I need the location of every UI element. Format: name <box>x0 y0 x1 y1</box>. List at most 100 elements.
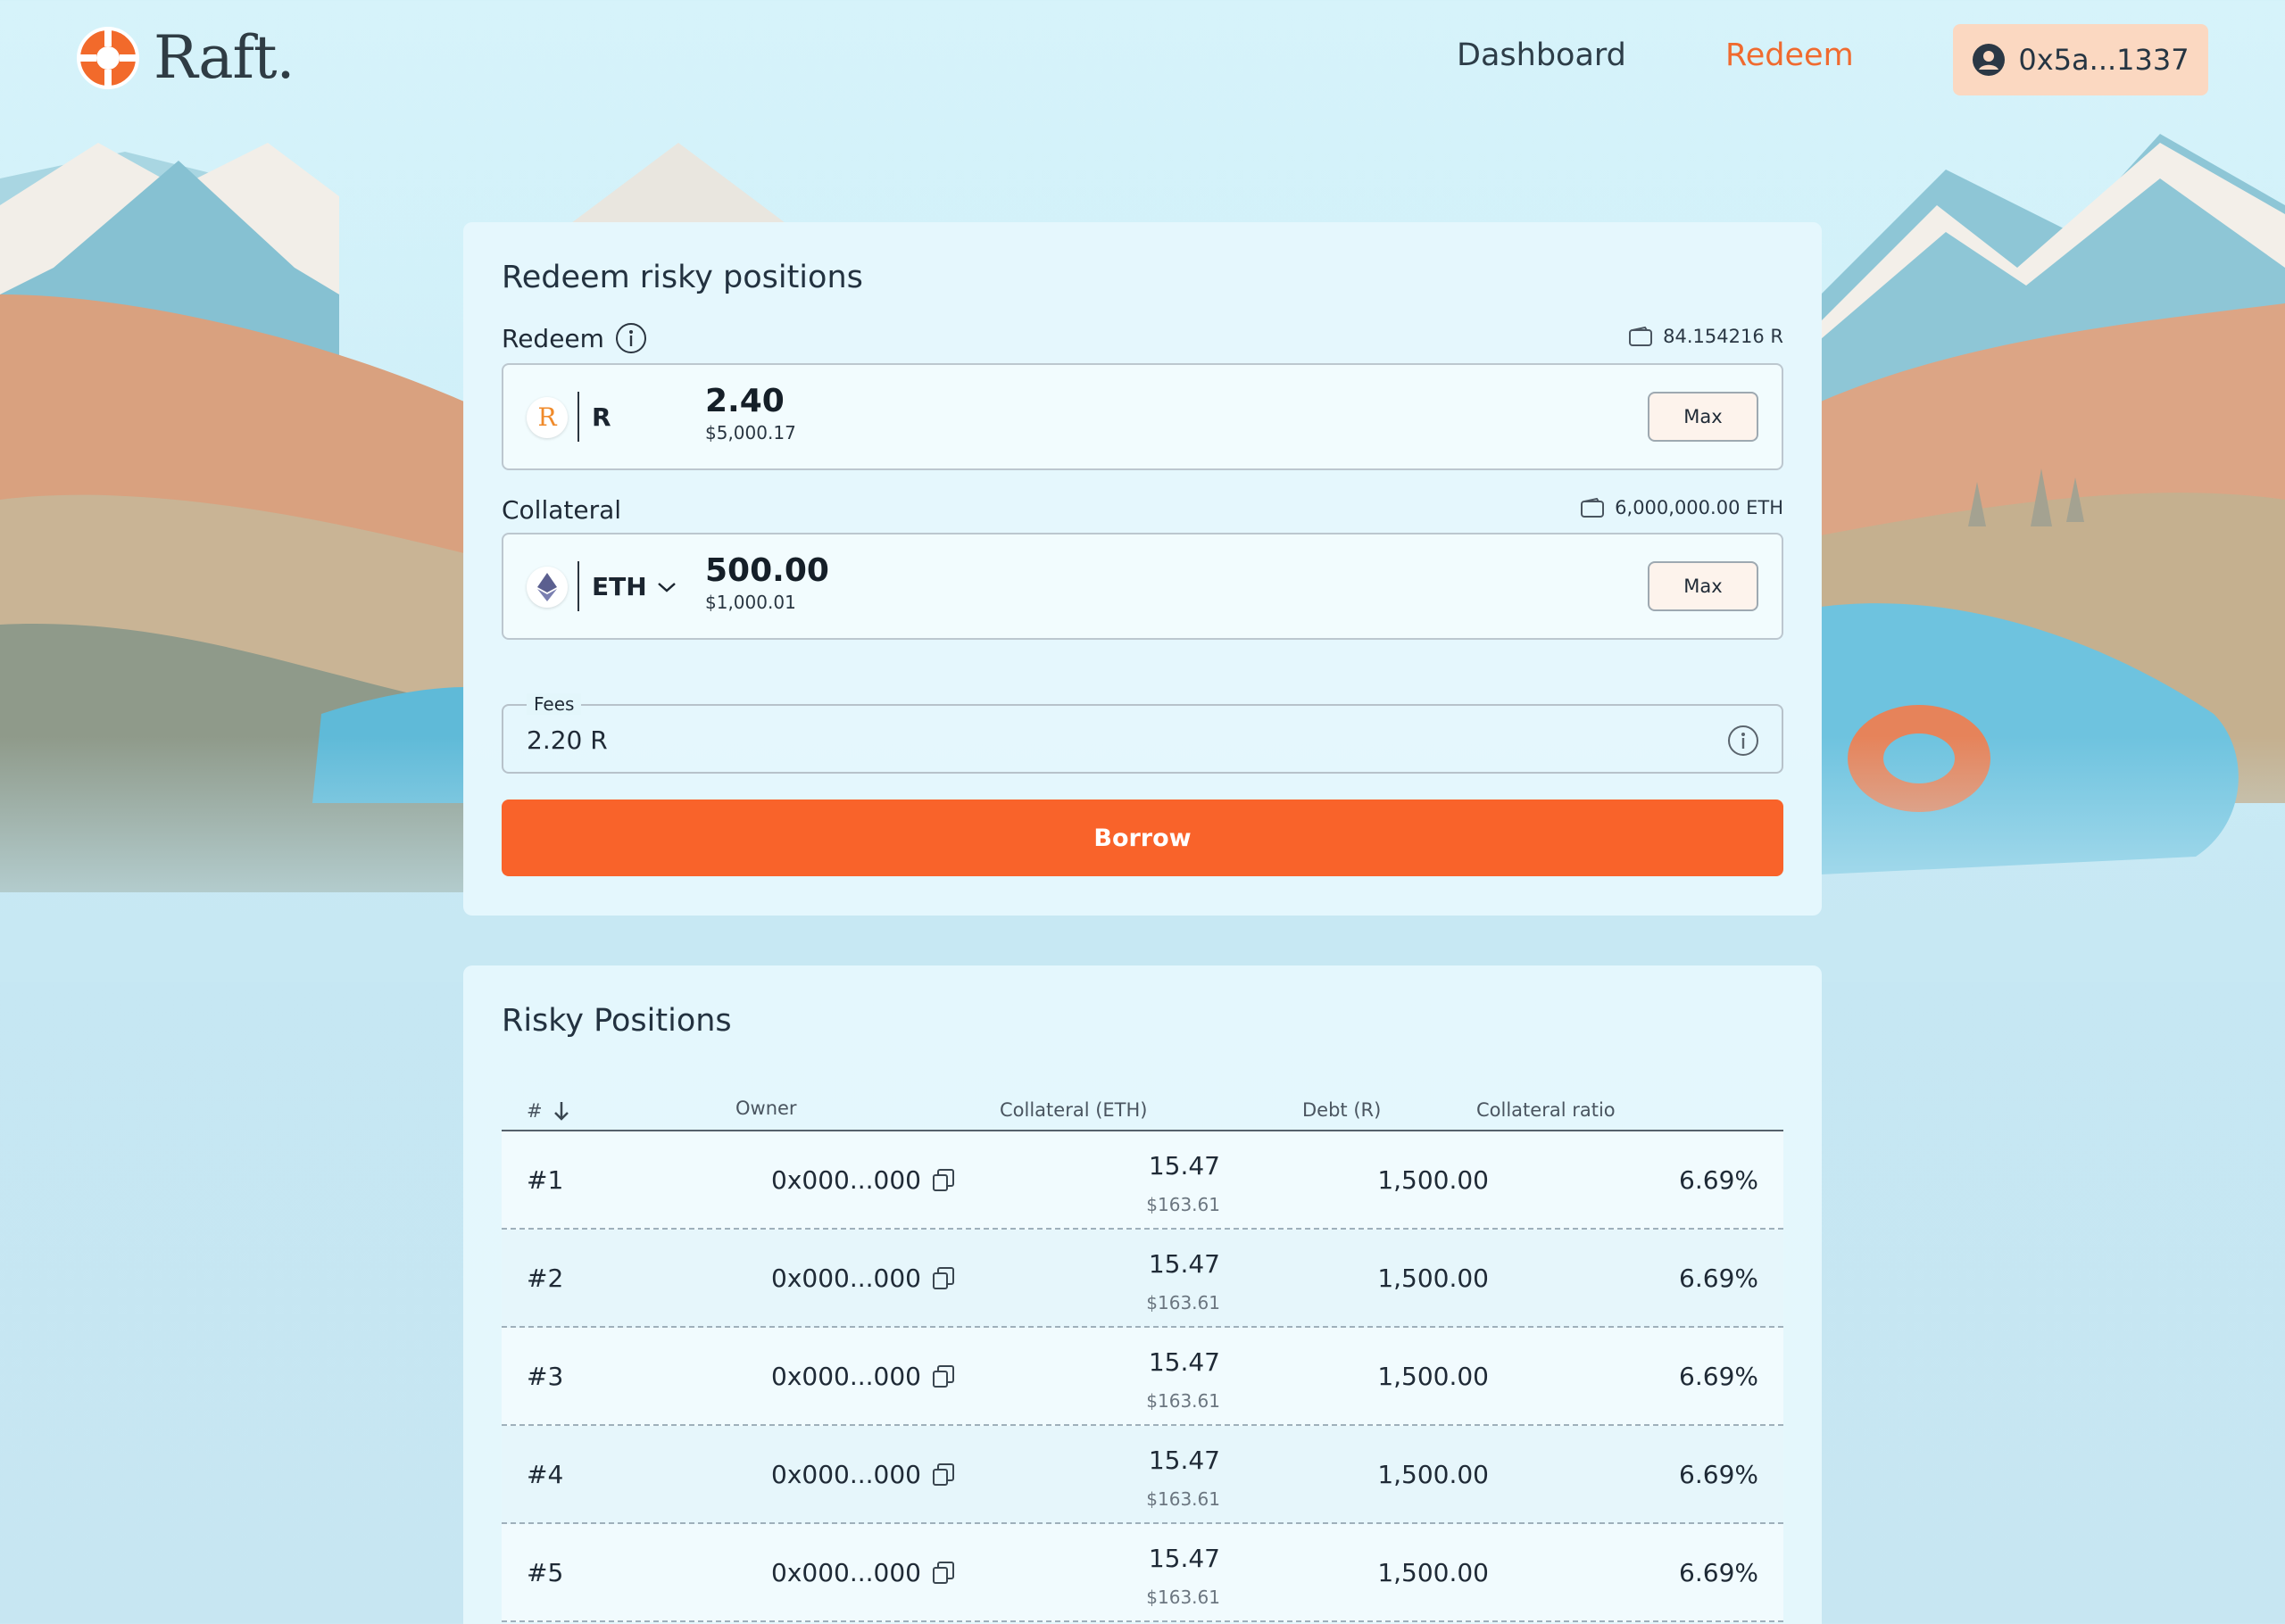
collateral-label-text: Collateral <box>502 495 622 525</box>
table-row[interactable]: #5 0x000...000 15.47 $163.61 1,500.00 6.69% <box>502 1524 1783 1622</box>
copy-icon[interactable] <box>930 1167 957 1194</box>
row-collateral-usd: $163.61 <box>1146 1292 1220 1313</box>
info-icon[interactable] <box>615 322 647 354</box>
row-index: #3 <box>527 1362 564 1391</box>
redeem-balance-value: 84.154216 R <box>1663 326 1783 347</box>
row-collateral-ratio: 6.69% <box>1679 1264 1758 1293</box>
row-collateral: 15.47 <box>1148 1544 1220 1573</box>
column-header-collateral[interactable]: Collateral (ETH) <box>1000 1099 1148 1121</box>
top-navigation: Raft. Dashboard Redeem 0x5a...1337 <box>0 0 2285 120</box>
column-header-debt[interactable]: Debt (R) <box>1302 1099 1381 1121</box>
svg-text:R: R <box>537 402 557 432</box>
fees-value: 2.20 R <box>527 725 608 755</box>
column-header-owner[interactable]: Owner <box>735 1098 797 1119</box>
owner-address: 0x000...000 <box>771 1165 921 1195</box>
raft-logo[interactable]: Raft. <box>75 23 295 92</box>
collateral-token-selector[interactable]: ETH <box>592 572 677 601</box>
wallet-icon <box>1629 327 1653 346</box>
row-collateral-ratio: 6.69% <box>1679 1362 1758 1391</box>
row-index: #5 <box>527 1558 564 1587</box>
risky-positions-card: Risky Positions # Owner Collateral (ETH)… <box>463 965 1822 1624</box>
info-icon[interactable] <box>1726 724 1760 758</box>
row-collateral-usd: $163.61 <box>1146 1587 1220 1608</box>
user-avatar-icon <box>1973 44 2006 76</box>
owner-address: 0x000...000 <box>771 1460 921 1489</box>
row-owner: 0x000...000 <box>771 1460 957 1489</box>
table-row[interactable]: #1 0x000...000 15.47 $163.61 1,500.00 6.69% <box>502 1131 1783 1230</box>
row-collateral: 15.47 <box>1148 1347 1220 1377</box>
chevron-down-icon <box>657 582 676 592</box>
wallet-account-button[interactable]: 0x5a...1337 <box>1953 24 2208 95</box>
r-token-icon: R <box>527 397 568 438</box>
token-divider <box>577 561 579 611</box>
collateral-amount-value[interactable]: 500.00 <box>705 552 829 589</box>
redeem-label-text: Redeem <box>502 323 604 353</box>
redeem-max-button[interactable]: Max <box>1648 392 1758 442</box>
collateral-field-label: Collateral <box>502 495 621 525</box>
row-debt: 1,500.00 <box>1377 1558 1489 1587</box>
row-collateral-ratio: 6.69% <box>1679 1165 1758 1195</box>
lifebuoy-logo-icon <box>77 26 139 89</box>
risky-positions-table: # Owner Collateral (ETH) Debt (R) Collat… <box>502 1098 1783 1622</box>
row-collateral-ratio: 6.69% <box>1679 1558 1758 1587</box>
copy-icon[interactable] <box>930 1462 957 1488</box>
arrow-down-sort-icon[interactable] <box>552 1099 571 1123</box>
redeem-wallet-balance: 84.154216 R <box>1629 326 1783 347</box>
wallet-address: 0x5a...1337 <box>2018 43 2189 77</box>
row-collateral-usd: $163.61 <box>1146 1194 1220 1215</box>
column-header-index[interactable]: # <box>527 1099 571 1123</box>
row-collateral-ratio: 6.69% <box>1679 1460 1758 1489</box>
token-divider <box>577 392 579 442</box>
collateral-balance-value: 6,000,000.00 ETH <box>1615 497 1783 518</box>
redeem-amount-usd: $5,000.17 <box>705 422 796 443</box>
row-debt: 1,500.00 <box>1377 1264 1489 1293</box>
column-header-collateral-ratio[interactable]: Collateral ratio <box>1476 1099 1616 1121</box>
row-collateral-usd: $163.61 <box>1146 1488 1220 1510</box>
brand-name: Raft. <box>154 23 295 92</box>
borrow-button[interactable]: Borrow <box>502 800 1783 876</box>
redeem-card: Redeem risky positions Redeem 84.154216 … <box>463 222 1822 916</box>
nav-dashboard-link[interactable]: Dashboard <box>1457 37 1626 73</box>
row-collateral-usd: $163.61 <box>1146 1390 1220 1412</box>
redeem-field-label: Redeem <box>502 322 647 354</box>
row-index: #4 <box>527 1460 564 1489</box>
table-row[interactable]: #2 0x000...000 15.47 $163.61 1,500.00 6.69% <box>502 1230 1783 1328</box>
row-owner: 0x000...000 <box>771 1362 957 1391</box>
copy-icon[interactable] <box>930 1265 957 1292</box>
redeem-card-title: Redeem risky positions <box>502 260 863 295</box>
redeem-token-name: R <box>592 402 611 432</box>
copy-icon[interactable] <box>930 1363 957 1390</box>
table-header: # Owner Collateral (ETH) Debt (R) Collat… <box>502 1098 1783 1131</box>
row-debt: 1,500.00 <box>1377 1460 1489 1489</box>
owner-address: 0x000...000 <box>771 1362 921 1391</box>
nav-redeem-link[interactable]: Redeem <box>1725 37 1854 73</box>
collateral-amount-input[interactable]: ETH 500.00 $1,000.01 Max <box>502 533 1783 640</box>
eth-token-icon <box>527 567 568 608</box>
row-owner: 0x000...000 <box>771 1558 957 1587</box>
row-owner: 0x000...000 <box>771 1264 957 1293</box>
owner-address: 0x000...000 <box>771 1558 921 1587</box>
risky-positions-title: Risky Positions <box>502 1003 732 1039</box>
collateral-token-name: ETH <box>592 572 647 601</box>
row-index: #2 <box>527 1264 564 1293</box>
row-collateral: 15.47 <box>1148 1446 1220 1475</box>
fees-legend: Fees <box>527 693 582 715</box>
row-collateral: 15.47 <box>1148 1151 1220 1181</box>
collateral-wallet-balance: 6,000,000.00 ETH <box>1581 497 1783 518</box>
row-debt: 1,500.00 <box>1377 1165 1489 1195</box>
collateral-amount-usd: $1,000.01 <box>705 592 796 613</box>
fees-field: Fees 2.20 R <box>502 693 1783 774</box>
redeem-amount-input[interactable]: R R 2.40 $5,000.17 Max <box>502 363 1783 470</box>
copy-icon[interactable] <box>930 1560 957 1587</box>
table-row[interactable]: #3 0x000...000 15.47 $163.61 1,500.00 6.69% <box>502 1328 1783 1426</box>
row-owner: 0x000...000 <box>771 1165 957 1195</box>
row-index: #1 <box>527 1165 564 1195</box>
table-body: #1 0x000...000 15.47 $163.61 1,500.00 6.69% #2… <box>502 1131 1783 1622</box>
wallet-icon <box>1581 498 1605 518</box>
row-collateral: 15.47 <box>1148 1249 1220 1279</box>
owner-address: 0x000...000 <box>771 1264 921 1293</box>
redeem-amount-value[interactable]: 2.40 <box>705 383 785 419</box>
collateral-max-button[interactable]: Max <box>1648 561 1758 611</box>
row-debt: 1,500.00 <box>1377 1362 1489 1391</box>
table-row[interactable]: #4 0x000...000 15.47 $163.61 1,500.00 6.69% <box>502 1426 1783 1524</box>
